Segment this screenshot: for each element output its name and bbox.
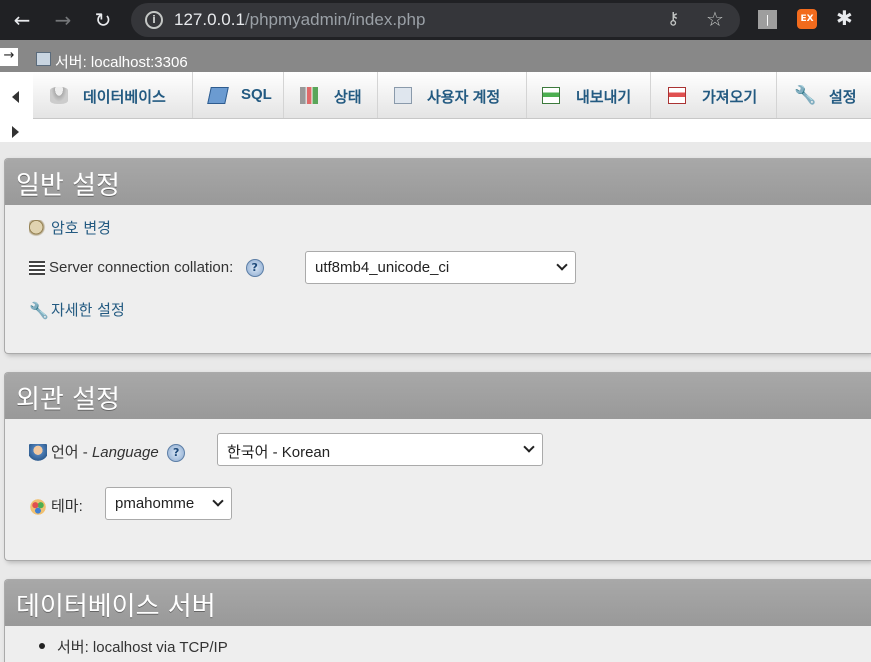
user-accounts-icon [394,87,412,104]
tab-label: SQL [241,86,272,103]
database-server-title: 데이터베이스 서버 [5,580,871,626]
status-icon [300,87,318,104]
tab-status[interactable]: 상태 [284,72,378,118]
change-password-row: 암호 변경 [29,217,111,238]
theme-row: 테마: [29,495,83,516]
tab-label: 상태 [334,89,362,106]
tab-databases[interactable]: 데이터베이스 [33,72,193,118]
collation-selected-value: utf8mb4_unicode_ci [315,259,450,276]
change-password-link[interactable]: 암호 변경 [51,219,111,237]
url-path: /phpmyadmin/index.php [244,10,426,29]
url-host: 127.0.0.1 [174,10,245,29]
wrench-icon: 🔧 [29,301,49,320]
tab-import[interactable]: 가져오기 [651,72,777,118]
appearance-settings-panel: 외관 설정 언어 - Language ? 한국어 - Korean 테마: p… [4,372,871,561]
back-arrow-icon[interactable]: ← [8,6,36,34]
tab-label: 내보내기 [576,89,632,106]
tab-bar: 데이터베이스 SQL 상태 사용자 계정 내보내기 가져오기 🔧 설정 [33,72,871,119]
language-row: 언어 - Language ? [29,441,186,462]
collapse-navigation-icon[interactable]: → [0,48,18,66]
language-select[interactable]: 한국어 - Korean [217,433,543,466]
tab-settings[interactable]: 🔧 설정 [777,72,871,118]
extensions-puzzle-icon[interactable]: ✱ [836,6,853,30]
bookmark-star-icon[interactable]: ☆ [706,7,724,31]
appearance-settings-title: 외관 설정 [5,373,871,419]
site-info-icon[interactable]: i [145,11,163,29]
general-settings-panel: 일반 설정 암호 변경 Server connection collation:… [4,158,871,354]
tab-label: 사용자 계정 [427,89,501,106]
collation-row: Server connection collation: ? [29,259,264,277]
scroll-right-icon[interactable] [12,126,19,138]
tab-label: 가져오기 [702,89,758,106]
import-icon [668,87,686,104]
theme-select[interactable]: pmahomme [105,487,232,520]
chevron-down-icon [556,259,568,271]
tab-sql[interactable]: SQL [193,72,284,118]
collation-list-icon [29,261,45,275]
forward-arrow-icon[interactable]: → [49,6,77,34]
chevron-down-icon [212,495,224,507]
list-bullet [39,643,45,649]
server-icon [36,52,51,66]
more-settings-link[interactable]: 자세한 설정 [51,301,125,319]
chevron-down-icon [523,441,535,453]
extension-icon[interactable]: | [758,10,777,29]
help-icon[interactable]: ? [167,444,186,462]
more-settings-row: 🔧 자세한 설정 [29,299,125,320]
server-info-text: 서버: localhost via TCP/IP [57,639,228,656]
address-bar[interactable]: i 127.0.0.1/phpmyadmin/index.php ⚷ ☆ [131,3,740,37]
theme-label: 테마: [51,498,83,515]
language-selected-value: 한국어 - Korean [227,444,331,461]
export-icon [542,87,560,104]
reload-icon[interactable]: ↻ [89,6,117,34]
database-icon [50,87,68,104]
theme-selected-value: pmahomme [115,495,195,512]
scroll-left-icon[interactable] [12,91,19,103]
top-menu: 데이터베이스 SQL 상태 사용자 계정 내보내기 가져오기 🔧 설정 [0,72,871,142]
url-text[interactable]: 127.0.0.1/phpmyadmin/index.php [174,10,425,30]
help-icon[interactable]: ? [245,259,264,277]
tab-export[interactable]: 내보내기 [527,72,651,118]
sql-icon [207,87,229,104]
language-icon [29,444,47,462]
collation-label: Server connection collation: [49,259,234,276]
extension-ex-icon[interactable]: EX [797,9,817,29]
collation-select[interactable]: utf8mb4_unicode_ci [305,251,576,284]
tab-label: 설정 [829,89,857,106]
theme-palette-icon [29,498,47,516]
language-label: 언어 - [51,444,92,461]
server-breadcrumb[interactable]: 서버: localhost:3306 [55,51,188,72]
tab-label: 데이터베이스 [83,89,166,106]
list-item: 서버: localhost via TCP/IP [57,636,228,657]
tab-user-accounts[interactable]: 사용자 계정 [378,72,527,118]
database-server-panel: 데이터베이스 서버 서버: localhost via TCP/IP [4,579,871,662]
general-settings-title: 일반 설정 [5,159,871,205]
server-breadcrumb-bar: → 서버: localhost:3306 [0,40,871,72]
language-label-en: Language [91,444,159,461]
password-icon [29,220,47,238]
key-icon[interactable]: ⚷ [667,9,679,29]
browser-toolbar: ← → ↻ i 127.0.0.1/phpmyadmin/index.php ⚷… [0,0,871,40]
settings-wrench-icon: 🔧 [794,85,817,106]
